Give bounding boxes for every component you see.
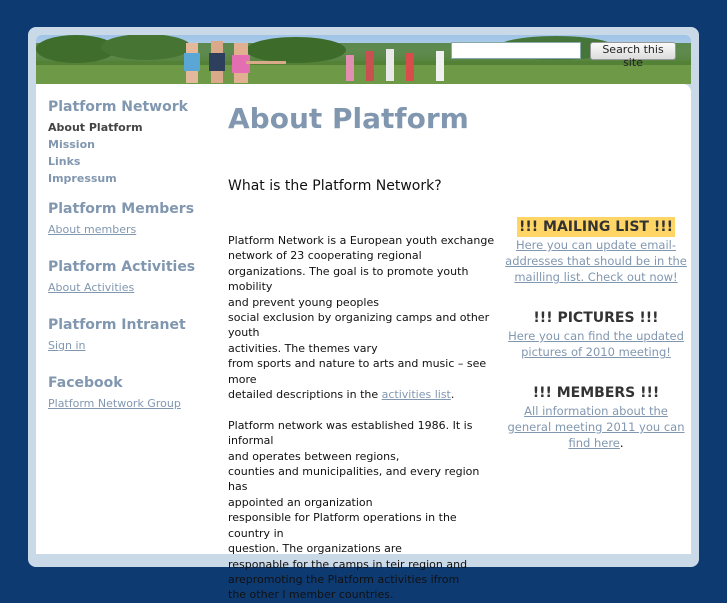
activities-list-link[interactable]: activities list	[382, 388, 451, 401]
p2-line: counties and municipalities, and every r…	[228, 465, 480, 494]
paragraph-spacer	[228, 402, 500, 417]
p2-line: the other l member countries.	[228, 588, 394, 602]
paragraph-1: Platform Network is a European youth exc…	[228, 233, 500, 402]
members-link[interactable]: All information about the general meetin…	[507, 404, 684, 450]
p1-line: activities. The themes vary	[228, 341, 378, 355]
content-area: Platform Network About Platform Mission …	[36, 84, 691, 601]
search-input[interactable]	[451, 42, 581, 59]
sidebar-item-platform-network-group[interactable]: Platform Network Group	[48, 396, 208, 413]
mailing-list-link[interactable]: Here you can update email-addresses that…	[504, 237, 688, 285]
sidebar-item-about-members[interactable]: About members	[48, 222, 208, 239]
p2-line: Platform network was established 1986. I…	[228, 418, 473, 448]
p1-line: Platform Network is a European youth exc…	[228, 234, 495, 247]
sidebar-item-links[interactable]: Links	[48, 154, 208, 171]
sidebar-item-impressum[interactable]: Impressum	[48, 171, 208, 188]
pictures-heading: !!! PICTURES !!!	[533, 310, 659, 326]
sidebar-heading-platform-network: Platform Network	[48, 99, 188, 115]
sidebar-heading-facebook: Facebook	[48, 375, 123, 391]
sidebar-heading-platform-intranet: Platform Intranet	[48, 317, 186, 333]
p1-line: detailed descriptions in the	[228, 388, 382, 402]
p1-line: network of 23 cooperating regional	[228, 249, 422, 263]
p1-line: social exclusion by organizing camps and…	[228, 311, 490, 340]
sidebar-nav: Platform Network About Platform Mission …	[48, 98, 208, 413]
p1-line: organizations. The goal is to promote yo…	[228, 264, 469, 294]
p2-line: arepromoting the Platform activities ifr…	[228, 572, 460, 586]
sidebar-item-mission[interactable]: Mission	[48, 137, 208, 154]
body-text: Platform Network is a European youth exc…	[228, 233, 500, 603]
sidebar-heading-platform-activities: Platform Activities	[48, 259, 196, 275]
p2-line: appointed an organization	[228, 495, 373, 509]
right-column: !!! MAILING LIST !!! Here you can update…	[504, 216, 688, 473]
mailing-list-heading: !!! MAILING LIST !!!	[516, 217, 675, 237]
p2-line: and operates between regions,	[228, 449, 400, 463]
page-title: About Platform	[228, 102, 469, 135]
sidebar-item-about-platform[interactable]: About Platform	[48, 120, 208, 137]
pictures-link[interactable]: Here you can find the updated pictures o…	[504, 328, 688, 360]
search-button[interactable]: Search this site	[590, 42, 676, 69]
p1-line: from sports and nature to arts and music…	[228, 357, 487, 386]
members-block: !!! MEMBERS !!! All information about th…	[504, 382, 688, 451]
members-heading: !!! MEMBERS !!!	[532, 385, 660, 401]
members-suffix: .	[619, 436, 624, 450]
members-text: All information about the general meetin…	[504, 403, 688, 451]
sidebar-heading-platform-members: Platform Members	[48, 201, 195, 217]
p1-line: and prevent young peoples	[228, 295, 379, 309]
mailing-list-block: !!! MAILING LIST !!! Here you can update…	[504, 216, 688, 285]
p2-line: responable for the camps in teir region …	[228, 557, 468, 571]
sidebar-item-about-activities[interactable]: About Activities	[48, 280, 208, 297]
pictures-block: !!! PICTURES !!! Here you can find the u…	[504, 307, 688, 360]
p1-suffix: .	[450, 388, 455, 402]
p2-line: responsible for Platform operations in t…	[228, 511, 457, 540]
paragraph-2: Platform network was established 1986. I…	[228, 418, 500, 603]
sidebar-item-sign-in[interactable]: Sign in	[48, 338, 208, 355]
page-subtitle: What is the Platform Network?	[228, 178, 442, 194]
p2-line: question. The organizations are	[228, 542, 402, 556]
